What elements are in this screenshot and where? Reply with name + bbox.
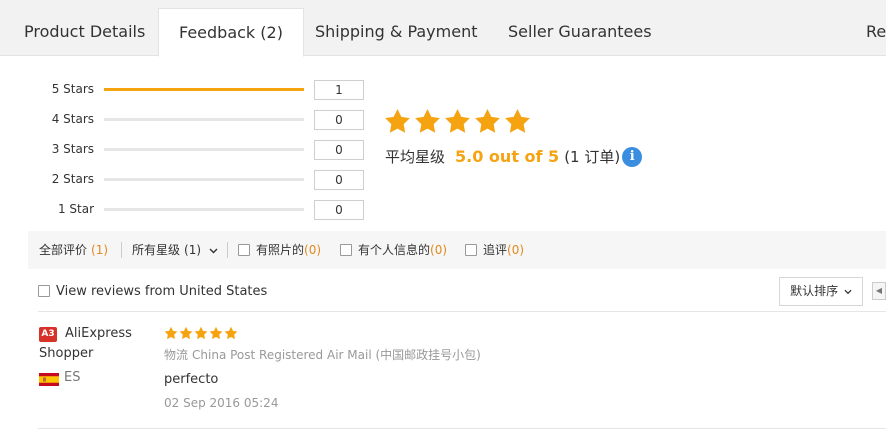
rating-label[interactable]: 3 Stars [0,139,94,159]
filter-with-photos[interactable]: 有照片的(0) [238,231,321,269]
checkbox-icon[interactable] [38,285,50,297]
average-value: 5.0 out of 5 [455,147,560,166]
rating-bar-5[interactable] [104,88,304,91]
review-date: 02 Sep 2016 05:24 [164,396,279,410]
star-icon [194,325,208,340]
rating-bar-4[interactable] [104,118,304,121]
rating-label[interactable]: 2 Stars [0,169,94,189]
filter-all[interactable]: 全部评价 (1) [39,231,108,269]
star-icon [164,325,178,340]
rating-bar-2[interactable] [104,178,304,181]
spain-flag-icon [39,371,59,386]
rating-bar-3[interactable] [104,148,304,151]
info-icon[interactable]: i [622,147,643,167]
tab-seller-guarantees[interactable]: Seller Guarantees [508,8,652,56]
review-text: perfecto [164,372,219,387]
tab-feedback[interactable]: Feedback (2) [158,8,304,57]
tab-bar: Product Details Feedback (2) Shipping & … [0,0,886,57]
reviewer-country: ES [64,370,81,385]
rating-label[interactable]: 1 Star [0,199,94,219]
rating-label[interactable]: 5 Stars [0,79,94,99]
star-icon [474,108,501,136]
checkbox-icon[interactable] [340,244,352,256]
filter-star-dropdown[interactable]: 所有星级 (1) [132,231,218,269]
filter-bar: 全部评价 (1) 所有星级 (1) 有照片的(0) 有个人信息的(0) 追评(0) [28,231,886,269]
tab-product-details[interactable]: Product Details [24,8,145,56]
chevron-down-icon [209,231,218,269]
average-rating: 平均星级 5.0 out of 5 (1 订单) i [385,146,643,168]
buyer-level-badge: A3 [39,327,57,342]
star-icon [224,325,238,340]
star-icon [384,108,411,136]
rating-bar-fill [104,88,304,91]
filter-personal-info[interactable]: 有个人信息的(0) [340,231,447,269]
view-us-reviews[interactable]: View reviews from United States [38,282,267,302]
filter-divider [121,242,122,258]
rating-row-1: 1 Star [0,199,94,219]
rating-count-2: 0 [314,170,364,190]
filter-follow-up[interactable]: 追评(0) [465,231,524,269]
star-icon [504,108,531,136]
rating-row-3: 3 Stars [0,139,94,159]
average-stars [384,108,531,136]
chevron-down-icon [844,278,852,305]
average-label: 平均星级 [385,148,446,166]
star-icon [414,108,441,136]
checkbox-icon[interactable] [465,244,477,256]
rating-count-1: 0 [314,200,364,220]
star-icon [179,325,193,340]
filter-divider [227,242,228,258]
checkbox-icon[interactable] [238,244,250,256]
shipping-method: 物流 China Post Registered Air Mail (中国邮政挂号… [164,348,481,362]
rating-count-4: 0 [314,110,364,130]
star-icon [444,108,471,136]
sort-dropdown[interactable]: 默认排序 [779,277,863,306]
order-count: (1 订单) [564,148,621,166]
rating-count-5: 1 [314,80,364,100]
tab-shipping-payment[interactable]: Shipping & Payment [315,8,478,56]
tab-report[interactable]: Rep [866,8,886,56]
star-icon [209,325,223,340]
chevron-left-icon[interactable]: ◀ [872,282,886,300]
divider [38,311,886,312]
divider [38,428,886,429]
rating-row-5: 5 Stars [0,79,94,99]
rating-row-4: 4 Stars [0,109,94,129]
rating-row-2: 2 Stars [0,169,94,189]
rating-label[interactable]: 4 Stars [0,109,94,129]
rating-bar-1[interactable] [104,208,304,211]
review-stars [164,325,238,340]
rating-count-3: 0 [314,140,364,160]
